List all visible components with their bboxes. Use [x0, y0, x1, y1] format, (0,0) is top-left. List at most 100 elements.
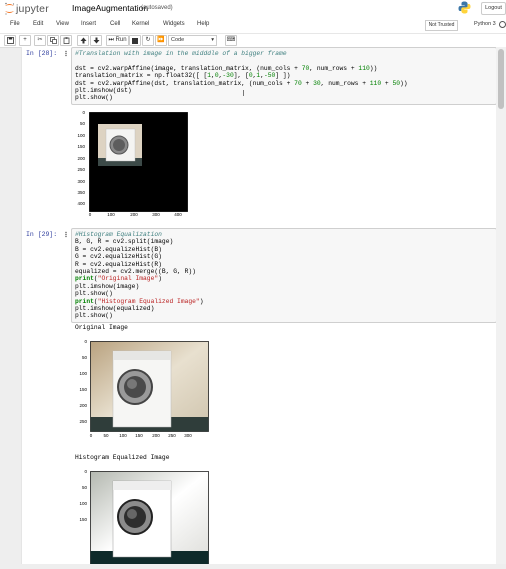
- y-tick-label: 300: [77, 179, 85, 184]
- text-cursor: [243, 90, 244, 96]
- code-line: plt.imshow(image): [75, 282, 140, 290]
- keyboard-icon: ⌨: [226, 37, 236, 43]
- autosave-status: (autosaved): [141, 5, 173, 11]
- y-tick-label: 50: [81, 355, 87, 360]
- move-down-button[interactable]: [90, 35, 102, 46]
- drag-handle-icon[interactable]: [64, 231, 68, 238]
- cut-button[interactable]: ✂: [34, 35, 46, 46]
- code-line: plt.imshow(equalized): [75, 305, 155, 313]
- menu-view[interactable]: View: [56, 21, 69, 27]
- code-line: G = cv2.equalizeHist(G): [75, 253, 162, 261]
- code-line: dst = cv2.warpAffine(image, translation_…: [75, 64, 378, 72]
- command-palette-button[interactable]: ⌨: [225, 35, 237, 46]
- plot-equalized-image: 0 50 100 150: [72, 467, 212, 567]
- chevron-down-icon: ▾: [211, 37, 214, 43]
- x-tick-label: 250: [168, 433, 176, 438]
- x-tick-label: 100: [119, 433, 127, 438]
- restart-button[interactable]: ↻: [142, 35, 154, 46]
- menu-edit[interactable]: Edit: [33, 21, 43, 27]
- y-tick-label: 0: [84, 339, 87, 344]
- header: jupyter ImageAugmentation (autosaved) Lo…: [0, 0, 506, 17]
- toolbar: + ✂ ⏭ Run ↻ ⏩ Code ▾ ⌨: [0, 34, 506, 48]
- menu-help[interactable]: Help: [197, 21, 209, 27]
- kernel-name: Python 3: [474, 21, 496, 27]
- jupyter-logo-icon: [5, 2, 15, 15]
- y-tick-label: 100: [77, 133, 85, 138]
- x-tick-label: 300: [152, 212, 160, 217]
- code-line: print("Histogram Equalized Image"): [75, 297, 204, 305]
- run-button[interactable]: ⏭ Run: [106, 35, 129, 46]
- plus-icon: +: [23, 37, 27, 43]
- menu-insert[interactable]: Insert: [81, 21, 96, 27]
- arrow-up-icon: [80, 37, 86, 44]
- y-tick-label: 100: [79, 501, 87, 506]
- y-tick-label: 150: [79, 517, 87, 522]
- output-text: Histogram Equalized Image: [75, 454, 170, 461]
- y-tick-label: 50: [81, 485, 87, 490]
- cell-prompt: In [28]:: [26, 50, 58, 57]
- page-scrollbar[interactable]: [496, 47, 506, 564]
- x-tick-label: 50: [103, 433, 109, 438]
- code-line: #Histogram Equalization: [75, 231, 162, 238]
- output-text: Original Image: [75, 324, 128, 331]
- y-tick-label: 200: [79, 403, 87, 408]
- fast-forward-icon: ⏩: [157, 37, 165, 43]
- x-tick-label: 0: [89, 433, 93, 438]
- code-line: #Translation with image in the midddle o…: [75, 50, 287, 57]
- insert-cell-button[interactable]: +: [19, 35, 31, 46]
- refresh-icon: ↻: [145, 37, 151, 43]
- run-label: Run: [115, 37, 127, 43]
- code-line: B, G, R = cv2.split(image): [75, 238, 174, 246]
- kernel-status-icon: [499, 21, 506, 28]
- save-icon: [6, 37, 14, 44]
- y-tick-label: 0: [82, 110, 85, 115]
- y-tick-label: 350: [77, 190, 85, 195]
- y-tick-label: 400: [77, 201, 85, 206]
- code-line: dst = cv2.warpAffine(dst, translation_ma…: [75, 79, 408, 87]
- drag-handle-icon[interactable]: [64, 50, 68, 57]
- scrollbar-thumb[interactable]: [498, 49, 504, 109]
- x-tick-label: 0: [88, 212, 92, 217]
- code-line: plt.show(): [75, 312, 113, 320]
- step-forward-icon: ⏭: [108, 37, 114, 43]
- save-button[interactable]: [4, 35, 16, 46]
- jupyter-logo-text: jupyter: [16, 2, 49, 15]
- x-tick-label: 150: [135, 433, 143, 438]
- x-tick-label: 200: [130, 212, 138, 217]
- y-tick-label: 0: [84, 469, 87, 474]
- x-tick-label: 400: [174, 212, 182, 217]
- restart-run-all-button[interactable]: ⏩: [155, 35, 167, 46]
- x-tick-label: 100: [107, 212, 115, 217]
- scissors-icon: ✂: [37, 37, 43, 43]
- paste-icon: [63, 37, 69, 44]
- move-up-button[interactable]: [77, 35, 89, 46]
- logout-button[interactable]: Logout: [481, 2, 506, 15]
- copy-icon: [49, 37, 57, 44]
- paste-button[interactable]: [60, 35, 72, 46]
- code-line: print("Original Image"): [75, 275, 162, 283]
- jupyter-logo[interactable]: jupyter: [4, 2, 49, 15]
- copy-button[interactable]: [47, 35, 59, 46]
- code-line: plt.imshow(dst): [75, 87, 132, 95]
- cell-prompt: In [29]:: [26, 231, 58, 238]
- code-line: B = cv2.equalizeHist(B): [75, 245, 162, 253]
- code-editor[interactable]: #Histogram Equalization B, G, R = cv2.sp…: [71, 228, 497, 323]
- notebook-container: In [28]: #Translation with image in the …: [21, 47, 497, 567]
- x-tick-label: 200: [152, 433, 160, 438]
- menu-kernel[interactable]: Kernel: [132, 21, 149, 27]
- stop-icon: [132, 37, 138, 44]
- code-editor[interactable]: #Translation with image in the midddle o…: [71, 47, 497, 105]
- y-tick-label: 200: [77, 156, 85, 161]
- menu-bar: File Edit View Insert Cell Kernel Widget…: [0, 17, 506, 34]
- y-tick-label: 250: [79, 419, 87, 424]
- menu-cell[interactable]: Cell: [110, 21, 120, 27]
- trust-button[interactable]: Not Trusted: [425, 20, 458, 31]
- code-line: translation_matrix = np.float32([ [1,0,-…: [75, 72, 291, 80]
- menu-widgets[interactable]: Widgets: [163, 21, 185, 27]
- interrupt-button[interactable]: [129, 35, 141, 46]
- menu-file[interactable]: File: [10, 21, 20, 27]
- y-tick-label: 250: [77, 167, 85, 172]
- y-tick-label: 150: [77, 144, 85, 149]
- cell-type-select[interactable]: Code ▾: [168, 35, 217, 46]
- notebook-title[interactable]: ImageAugmentation: [72, 3, 148, 13]
